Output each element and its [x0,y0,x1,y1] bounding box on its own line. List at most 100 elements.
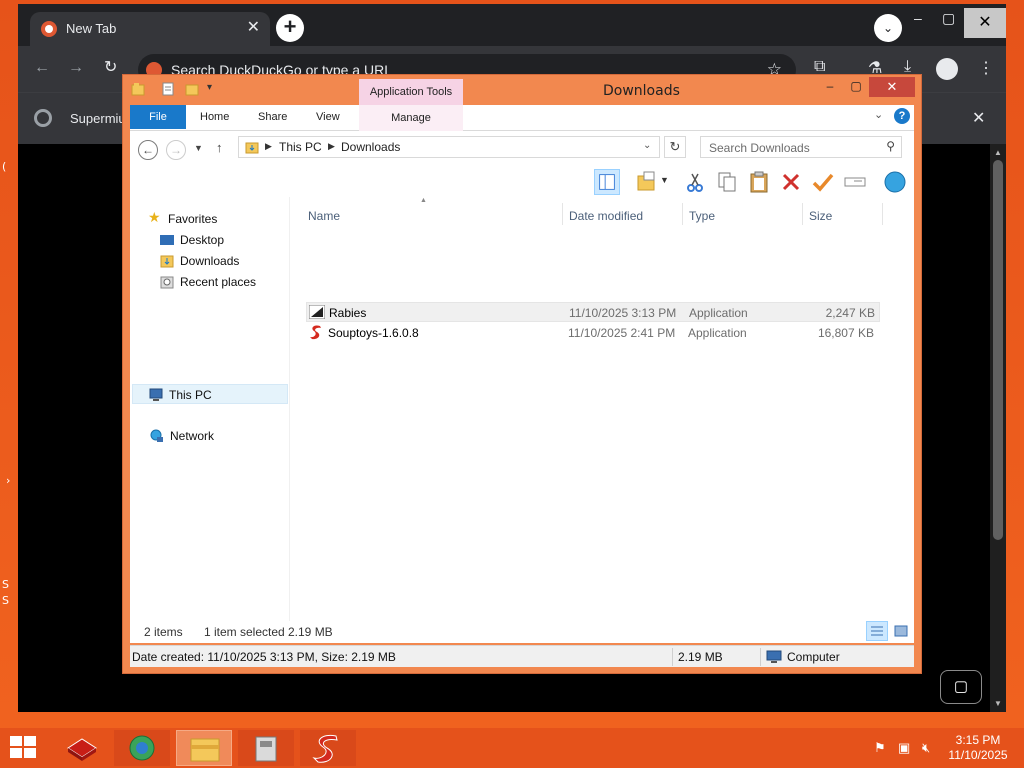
forward-arrow-icon[interactable]: → [68,60,84,76]
ribbon-tab-home[interactable]: Home [200,111,229,123]
details-view-icon[interactable] [866,621,888,641]
taskbar-souptoys-box-icon[interactable] [54,730,110,766]
new-tab-button[interactable]: + [276,14,304,42]
feedback-bubble-icon[interactable]: ▢ [940,670,982,704]
nav-downloads[interactable]: Downloads [158,251,286,271]
scroll-thumb[interactable] [993,160,1003,540]
column-divider[interactable] [802,203,803,225]
folder-options-icon[interactable] [634,169,660,195]
tab-new-tab[interactable]: New Tab ✕ [30,12,270,46]
file-row-souptoys[interactable]: Souptoys-1.6.0.8 11/10/2025 2:41 PM Appl… [306,323,880,343]
column-header-size[interactable]: Size [809,209,832,223]
action-center-flag-icon[interactable]: ⚑ [874,740,886,756]
taskbar-installer-icon[interactable] [238,730,294,766]
recent-places-icon [160,276,174,289]
column-divider[interactable] [562,203,563,225]
item-count: 2 items [144,625,183,639]
tab-search-button[interactable]: ⌄ [874,14,902,42]
nav-this-pc[interactable]: This PC [132,384,288,404]
copy-icon[interactable] [714,169,740,195]
nav-favorites[interactable]: ★ Favorites [146,209,286,229]
folder-properties-icon[interactable] [131,82,145,96]
properties-icon[interactable] [161,82,175,96]
search-input[interactable]: Search Downloads ⚲ [700,136,902,158]
globe-icon[interactable] [882,169,908,195]
volume-muted-icon[interactable]: 🔇︎ [922,740,930,756]
file-size: 16,807 KB [817,326,874,340]
folder-options-chevron-icon[interactable]: ▼ [660,175,669,185]
scroll-down-arrow-icon[interactable]: ▼ [994,699,1002,708]
file-size: 2,247 KB [825,306,875,320]
delete-icon[interactable] [778,169,804,195]
column-divider[interactable] [882,203,883,225]
column-header-date-modified[interactable]: Date modified [569,209,643,223]
menu-dots-icon[interactable]: ⋮ [978,58,994,78]
selection-size: 2.19 MB [288,625,333,639]
breadcrumb-downloads[interactable]: Downloads [341,140,400,154]
taskbar-souptoys-icon[interactable] [300,730,356,766]
details-size: 2.19 MB [678,650,723,664]
windows-start-icon[interactable] [10,736,38,760]
cut-icon[interactable] [682,169,708,195]
status-bar: 2 items 1 item selected 2.19 MB [130,621,914,643]
breadcrumb-this-pc[interactable]: This PC [279,140,322,154]
explorer-title-bar[interactable]: ▾ Application Tools Downloads – ▢ ✕ [123,75,921,105]
souptoys-app-icon [310,325,321,340]
network-tray-icon[interactable]: ▣ [898,740,910,756]
forward-button-icon[interactable]: → [166,140,186,160]
taskbar-browser-globe-icon[interactable] [114,730,170,766]
explorer-maximize-button[interactable]: ▢ [843,79,869,97]
browser-maximize-button[interactable]: ▢ [942,10,955,27]
bookmark-label[interactable]: Supermiu [70,111,126,126]
explorer-content: ★ Favorites Desktop Downloads Recent pla… [130,197,914,621]
page-scrollbar[interactable]: ▲ ▼ [990,144,1006,712]
ribbon-tabs: File Home Share View Manage ⌄ ? [130,105,914,131]
reload-icon[interactable]: ↻ [104,60,117,76]
preview-pane-icon[interactable] [594,169,620,195]
ribbon-expand-chevron-icon[interactable]: ⌄ [874,108,883,121]
ribbon-tab-share[interactable]: Share [258,111,287,123]
computer-icon [149,388,163,401]
customize-qat-icon[interactable]: ▾ [207,82,212,93]
paste-icon[interactable] [746,169,772,195]
back-arrow-icon[interactable]: ← [34,60,50,76]
nav-network[interactable]: Network [148,426,286,446]
new-folder-icon[interactable] [185,82,199,96]
nav-desktop[interactable]: Desktop [158,230,286,250]
back-button-icon[interactable]: ← [138,140,158,160]
refresh-icon[interactable]: ↻ [664,136,686,158]
scroll-up-arrow-icon[interactable]: ▲ [994,148,1002,157]
column-divider[interactable] [682,203,683,225]
checkmark-icon[interactable] [810,169,836,195]
address-breadcrumb[interactable]: ▶ This PC ▶ Downloads ⌄ [238,136,660,158]
taskbar-clock[interactable]: 3:15 PM 11/10/2025 [940,733,1016,763]
explorer-close-button[interactable]: ✕ [869,77,915,97]
column-header-type[interactable]: Type [689,209,715,223]
explorer-minimize-button[interactable]: – [817,79,843,97]
nav-recent-places[interactable]: Recent places [158,272,286,292]
recent-locations-chevron-icon[interactable]: ▼ [194,143,203,153]
profile-avatar-icon[interactable] [936,58,958,80]
breadcrumb-separator-icon[interactable]: ▶ [265,141,272,152]
large-icons-view-icon[interactable] [890,621,912,641]
file-row-rabies[interactable]: Rabies 11/10/2025 3:13 PM Application 2,… [306,302,880,322]
up-arrow-icon[interactable]: ↑ [216,140,223,155]
taskbar-file-explorer-icon[interactable] [176,730,232,766]
ribbon-tab-manage[interactable]: Manage [359,105,463,131]
ribbon-tab-file[interactable]: File [130,105,186,129]
nav-favorites-label: Favorites [168,212,218,226]
help-icon[interactable]: ? [894,108,910,124]
contextual-tab-title: Application Tools [359,79,463,105]
bookmark-bar-close-icon[interactable]: ✕ [972,108,985,128]
tab-close-icon[interactable]: ✕ [247,19,260,37]
nav-downloads-label: Downloads [180,254,240,268]
breadcrumb-separator-icon[interactable]: ▶ [328,141,335,152]
nav-this-pc-label: This PC [169,388,212,402]
ribbon-tab-view[interactable]: View [316,111,340,123]
browser-close-button[interactable]: ✕ [964,8,1006,38]
address-history-chevron-icon[interactable]: ⌄ [643,140,651,151]
rename-icon[interactable] [842,169,868,195]
browser-minimize-button[interactable]: – [914,10,922,26]
column-header-name[interactable]: Name [308,209,340,223]
file-date: 11/10/2025 3:13 PM [569,306,677,320]
